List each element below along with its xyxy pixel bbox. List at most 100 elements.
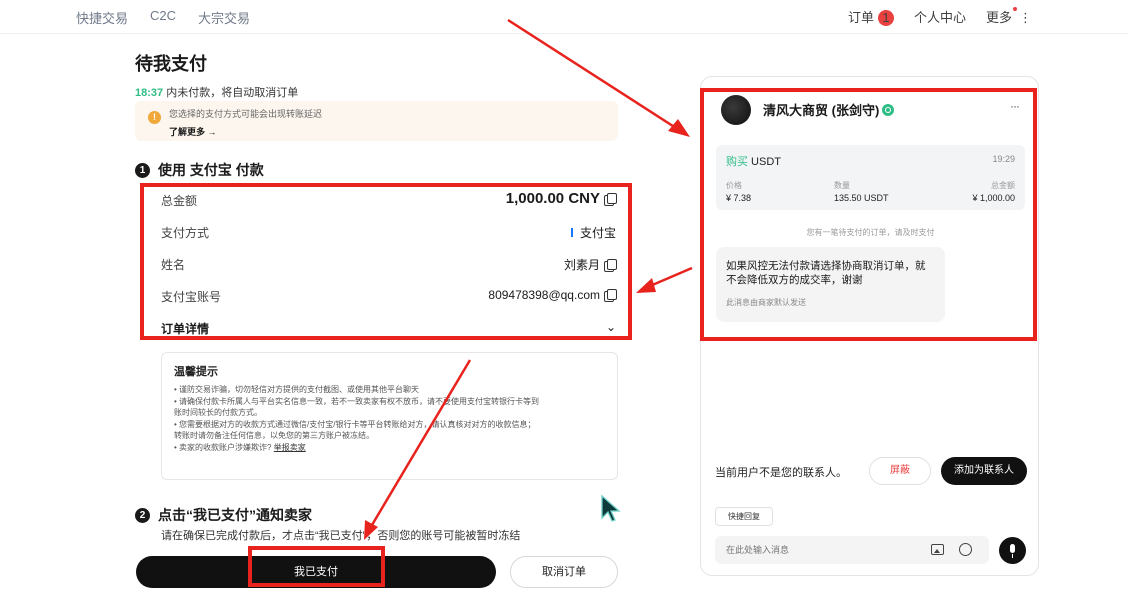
step-1: 1 使用 支付宝 付款 (135, 160, 264, 180)
timer-value: 18:37 (135, 87, 164, 99)
nav-quick-trade[interactable]: 快捷交易 (76, 8, 128, 27)
nav-orders[interactable]: 订单 1 (848, 7, 894, 26)
alipay-icon (570, 228, 573, 237)
more-options-icon[interactable]: ··· (1010, 99, 1020, 113)
order-asset: USDT (748, 156, 781, 168)
nav-orders-label: 订单 (847, 10, 874, 25)
step-2-number: 2 (135, 507, 150, 523)
emoji-icon[interactable] (959, 543, 972, 556)
mouse-cursor-icon (601, 494, 621, 522)
total-amount-text: 1,000.00 CNY (505, 190, 600, 207)
payment-method-value: 支付宝 (570, 224, 616, 241)
step-2: 2 点击“我已支付”通知卖家 (135, 505, 312, 525)
copy-icon[interactable] (604, 258, 617, 272)
merchant-message-bubble: 如果风控无法付款请选择协商取消订单，就不会降低双方的成交率，谢谢 此消息由商家默… (716, 247, 945, 322)
learn-more-link[interactable]: 了解更多 → (169, 125, 608, 138)
payment-method-text: 支付宝 (579, 226, 616, 240)
alipay-account-row: 支付宝账号 809478398@qq.com (161, 286, 617, 308)
chat-header: 清风大商贸 (张剑守) ··· (721, 95, 1021, 129)
nav-more[interactable]: 更多 ⋮ (986, 7, 1032, 26)
system-message: 您有一笔待支付的订单，请及时支付 (806, 228, 935, 237)
order-details-toggle[interactable]: 订单详情 ⌄ (161, 318, 616, 340)
merchant-name-text: 清风大商贸 (张剑守) (763, 103, 880, 118)
order-title: 购买 USDT (726, 153, 781, 169)
paid-button[interactable]: 我已支付 (136, 556, 496, 588)
order-total-label: 总金额 (991, 181, 1015, 190)
chat-panel: 清风大商贸 (张剑守) ··· 购买 USDT 19:29 价格 ¥ 7.38 … (700, 76, 1039, 576)
nav-more-label: 更多 (985, 10, 1012, 25)
arrow-line (649, 266, 693, 288)
tips-line: • 您需要根据对方的收款方式通过微信/支付宝/银行卡等平台转账给对方，请认真核对… (174, 419, 536, 429)
arrow-head (668, 119, 690, 137)
order-quantity: 数量 135.50 USDT (834, 180, 889, 203)
payee-name-row: 姓名 刘素月 (161, 254, 617, 276)
order-price: 价格 ¥ 7.38 (726, 180, 751, 203)
message-footer: 此消息由商家默认发送 (726, 298, 806, 307)
arrow-head (636, 278, 656, 293)
warning-icon: ! (148, 111, 161, 124)
chevron-down-icon: ⌄ (605, 320, 616, 334)
orders-badge: 1 (877, 9, 894, 26)
nav-right-group: 订单 1 个人中心 更多 ⋮ (848, 7, 1032, 26)
tips-line: • 请确保付款卡所属人与平台实名信息一致，若不一致卖家有权不放币，请不要使用支付… (174, 396, 540, 406)
payment-panel: 待我支付 18:37 内未付款，将自动取消订单 ! 您选择的支付方式可能会出现转… (135, 50, 620, 542)
merchant-name: 清风大商贸 (张剑守) (763, 100, 895, 119)
order-summary-card: 购买 USDT 19:29 价格 ¥ 7.38 数量 135.50 USDT 总… (716, 145, 1025, 210)
copy-icon[interactable] (604, 192, 617, 206)
tips-line: 转账时请勿备注任何信息，以免您的第三方账户被冻结。 (174, 431, 374, 440)
nav-profile[interactable]: 个人中心 (914, 7, 966, 26)
payment-timer: 18:37 内未付款，将自动取消订单 (135, 84, 620, 100)
message-text: 如果风控无法付款请选择协商取消订单，就不会降低双方的成交率，谢谢 (726, 260, 926, 286)
warm-tips-box: 温馨提示 • 谨防交易诈骗，切勿轻信对方提供的支付截图、或使用其他平台聊天 • … (161, 352, 618, 480)
image-icon[interactable] (931, 544, 944, 555)
nav-c2c[interactable]: C2C (150, 8, 176, 27)
payment-method-label: 支付方式 (161, 226, 210, 240)
tips-title: 温馨提示 (174, 366, 218, 378)
kebab-icon: ⋮ (1019, 10, 1032, 25)
alipay-account-label: 支付宝账号 (161, 290, 222, 304)
verified-icon (882, 104, 895, 116)
alipay-account-value: 809478398@qq.com (488, 288, 617, 302)
report-seller-link[interactable]: 举报卖家 (274, 443, 306, 452)
quantity-value: 135.50 USDT (834, 193, 889, 203)
nav-block-trade[interactable]: 大宗交易 (198, 8, 250, 27)
step-2-title: 点击“我已支付”通知卖家 (158, 507, 312, 523)
message-input[interactable] (715, 536, 989, 564)
order-total-value: ¥ 1,000.00 (972, 193, 1015, 203)
step-1-title: 使用 支付宝 付款 (158, 162, 264, 178)
total-amount-row: 总金额 1,000.00 CNY (161, 190, 617, 212)
tips-line-report: • 卖家的收款账户涉嫌欺诈? 举报卖家 (174, 442, 605, 454)
cancel-order-button[interactable]: 取消订单 (510, 556, 618, 588)
payee-name-value: 刘素月 (563, 256, 617, 273)
notification-dot (1013, 7, 1017, 11)
timer-text: 内未付款，将自动取消订单 (163, 87, 299, 99)
nav-left-group: 快捷交易 C2C 大宗交易 (76, 8, 250, 27)
order-total: 总金额 ¥ 1,000.00 (972, 180, 1015, 203)
price-value: ¥ 7.38 (726, 193, 752, 203)
step-1-number: 1 (135, 162, 150, 178)
microphone-icon[interactable] (999, 537, 1026, 564)
tips-line: • 谨防交易诈骗，切勿轻信对方提供的支付截图、或使用其他平台聊天 (174, 385, 420, 394)
total-amount-value: 1,000.00 CNY (505, 190, 617, 207)
merchant-avatar[interactable] (721, 95, 751, 125)
price-label: 价格 (726, 181, 742, 190)
report-prefix: • 卖家的收款账户涉嫌欺诈? (174, 442, 274, 452)
notice-text: 您选择的支付方式可能会出现转账延迟 (169, 109, 323, 119)
delay-notice: ! 您选择的支付方式可能会出现转账延迟 了解更多 → (135, 101, 618, 141)
payment-method-row: 支付方式 支付宝 (161, 222, 616, 244)
page-title: 待我支付 (135, 54, 207, 74)
copy-icon[interactable] (604, 289, 617, 302)
add-contact-button[interactable]: 添加为联系人 (941, 457, 1027, 485)
quantity-label: 数量 (834, 181, 850, 190)
block-button[interactable]: 屏蔽 (869, 457, 931, 485)
tips-line: 账时间较长的付款方式。 (174, 408, 262, 417)
top-navigation: 快捷交易 C2C 大宗交易 订单 1 个人中心 更多 ⋮ (0, 0, 1128, 34)
quick-reply-button[interactable]: 快捷回复 (715, 507, 773, 526)
alipay-account-text: 809478398@qq.com (488, 288, 600, 302)
contact-notice: 当前用户不是您的联系人。 (715, 467, 847, 479)
order-details-label: 订单详情 (161, 322, 210, 336)
total-amount-label: 总金额 (161, 194, 198, 208)
payee-name-label: 姓名 (161, 258, 186, 272)
payee-name-text: 刘素月 (563, 258, 600, 272)
order-side: 购买 (726, 156, 748, 168)
